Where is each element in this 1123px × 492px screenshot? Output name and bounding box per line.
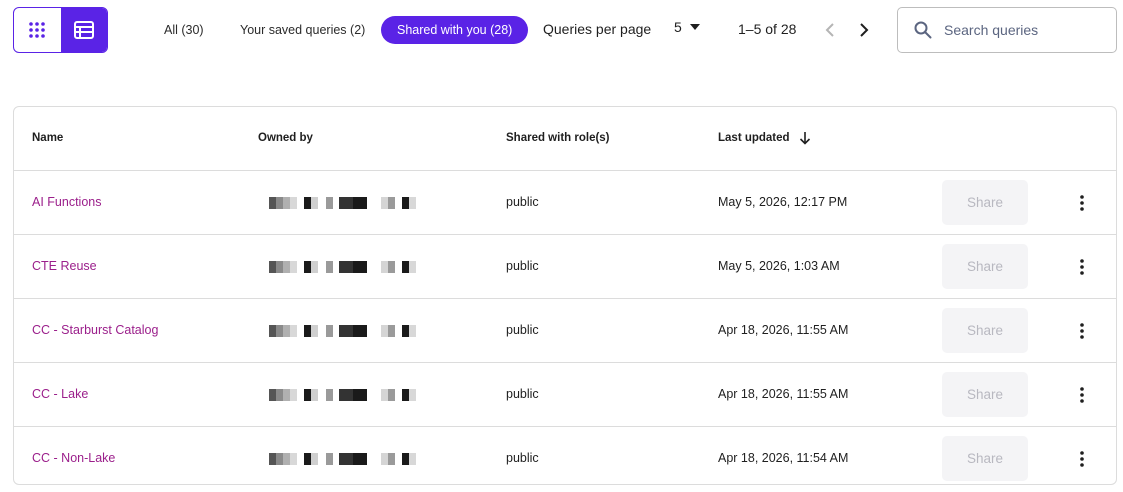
- table-header: Name Owned by Shared with role(s) Last u…: [14, 107, 1116, 171]
- more-vertical-icon: [1080, 323, 1084, 339]
- more-vertical-icon: [1080, 259, 1084, 275]
- table-list-icon: [73, 21, 94, 39]
- pagination-range: 1–5 of 28: [738, 21, 797, 37]
- queries-per-page-value: 5: [674, 19, 682, 35]
- row-actions-button[interactable]: [1070, 189, 1094, 217]
- last-updated: Apr 18, 2026, 11:55 AM: [718, 387, 849, 401]
- previous-page-button[interactable]: [816, 16, 844, 44]
- query-name-link[interactable]: CC - Starburst Catalog: [32, 299, 158, 362]
- search-icon: [914, 21, 932, 39]
- column-header-owned-by[interactable]: Owned by: [258, 107, 313, 170]
- caret-down-icon: [689, 24, 700, 30]
- more-vertical-icon: [1080, 451, 1084, 467]
- queries-table: Name Owned by Shared with role(s) Last u…: [13, 106, 1117, 485]
- chevron-right-icon: [860, 23, 869, 37]
- row-actions-button[interactable]: [1070, 253, 1094, 281]
- sort-descending-icon: [799, 131, 810, 145]
- shared-role: public: [506, 195, 539, 209]
- column-header-name[interactable]: Name: [32, 107, 63, 170]
- share-button[interactable]: Share: [942, 308, 1028, 353]
- owner-redacted: [269, 453, 419, 465]
- owner-redacted: [269, 325, 419, 337]
- grid-view-button[interactable]: [14, 8, 61, 52]
- search-box: [897, 7, 1117, 53]
- chevron-left-icon: [825, 23, 834, 37]
- owner-redacted: [269, 197, 419, 209]
- filter-your-saved-queries[interactable]: Your saved queries (2): [224, 16, 381, 44]
- table-row: CTE Reuse public May 5, 2026, 1:03 AM Sh…: [14, 235, 1116, 299]
- row-actions-button[interactable]: [1070, 317, 1094, 345]
- filter-shared-with-you[interactable]: Shared with you (28): [381, 16, 529, 44]
- column-header-shared-with-roles[interactable]: Shared with role(s): [506, 107, 610, 170]
- owner-redacted: [269, 261, 419, 273]
- row-actions-button[interactable]: [1070, 445, 1094, 473]
- query-name-link[interactable]: CTE Reuse: [32, 235, 97, 298]
- shared-role: public: [506, 451, 539, 465]
- shared-role: public: [506, 387, 539, 401]
- grid-dots-icon: [29, 22, 46, 38]
- row-actions-button[interactable]: [1070, 381, 1094, 409]
- queries-per-page-select[interactable]: 5: [674, 19, 700, 35]
- query-name-link[interactable]: CC - Non-Lake: [32, 427, 115, 484]
- view-toggle: [13, 7, 108, 53]
- column-header-last-updated-label: Last updated: [718, 132, 790, 144]
- last-updated: Apr 18, 2026, 11:55 AM: [718, 323, 849, 337]
- search-input[interactable]: [942, 21, 1106, 39]
- queries-per-page-label: Queries per page: [543, 21, 652, 37]
- table-row: CC - Starburst Catalog public Apr 18, 20…: [14, 299, 1116, 363]
- share-button[interactable]: Share: [942, 436, 1028, 481]
- last-updated: May 5, 2026, 12:17 PM: [718, 195, 848, 209]
- last-updated: Apr 18, 2026, 11:54 AM: [718, 451, 849, 465]
- shared-role: public: [506, 323, 539, 337]
- share-button[interactable]: Share: [942, 372, 1028, 417]
- next-page-button[interactable]: [850, 16, 878, 44]
- table-row: CC - Non-Lake public Apr 18, 2026, 11:54…: [14, 427, 1116, 484]
- share-button[interactable]: Share: [942, 244, 1028, 289]
- query-name-link[interactable]: CC - Lake: [32, 363, 88, 426]
- table-row: CC - Lake public Apr 18, 2026, 11:55 AM …: [14, 363, 1116, 427]
- more-vertical-icon: [1080, 387, 1084, 403]
- list-view-button[interactable]: [60, 8, 107, 52]
- filter-all[interactable]: All (30): [148, 16, 220, 44]
- shared-role: public: [506, 259, 539, 273]
- owner-redacted: [269, 389, 419, 401]
- share-button[interactable]: Share: [942, 180, 1028, 225]
- query-name-link[interactable]: AI Functions: [32, 171, 101, 234]
- column-header-last-updated[interactable]: Last updated: [718, 107, 811, 170]
- more-vertical-icon: [1080, 195, 1084, 211]
- last-updated: May 5, 2026, 1:03 AM: [718, 259, 840, 273]
- table-row: AI Functions public May 5, 2026, 12:17 P…: [14, 171, 1116, 235]
- toolbar: All (30) Your saved queries (2) Shared w…: [0, 0, 1123, 60]
